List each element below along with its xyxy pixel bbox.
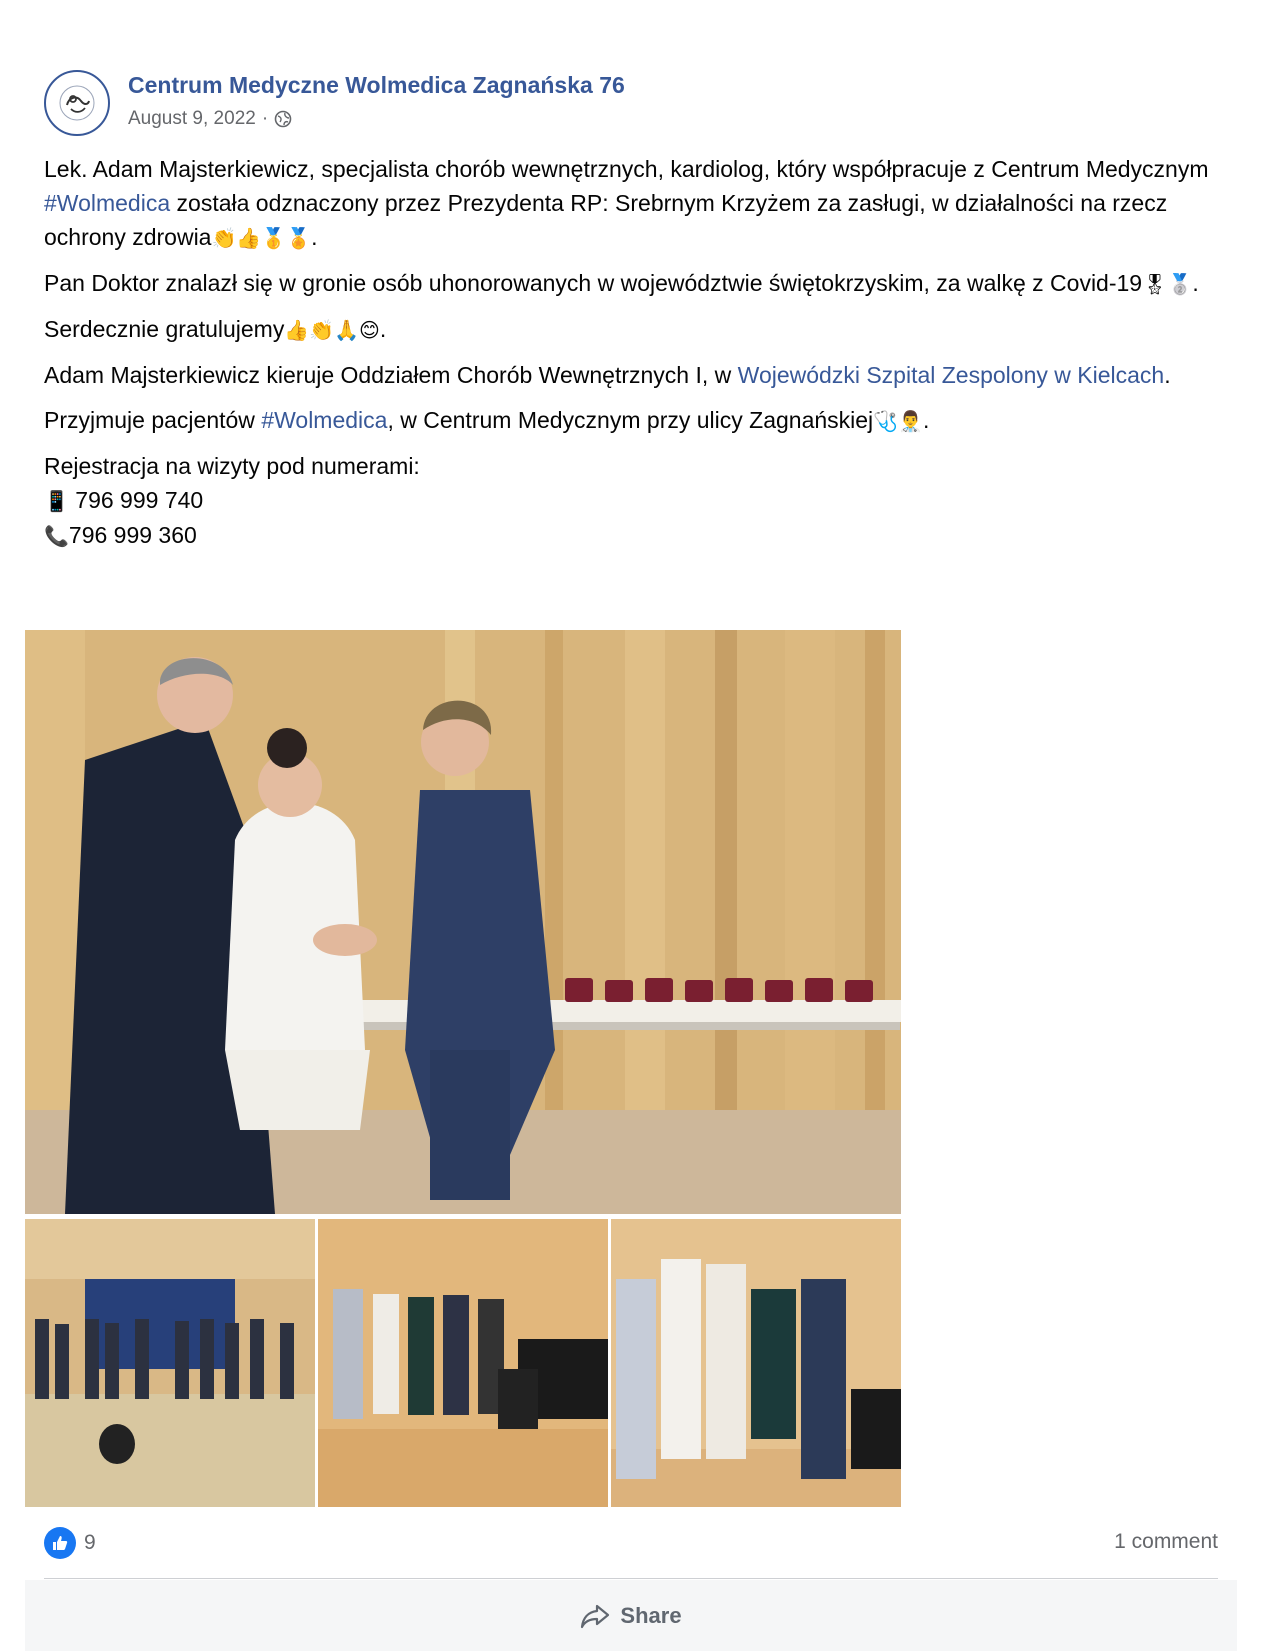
- thumbnail-photo[interactable]: [611, 1219, 901, 1507]
- text-span: Lek. Adam Majsterkiewicz, specjalista ch…: [44, 156, 1209, 182]
- logo-icon: [59, 85, 95, 121]
- text-span: Przyjmuje pacjentów: [44, 407, 262, 433]
- thumbnail-photo[interactable]: [25, 1219, 315, 1507]
- comments-count-link[interactable]: 1 comment: [1114, 1530, 1218, 1554]
- text-span: .: [379, 316, 387, 342]
- action-bar: Share: [25, 1580, 1237, 1651]
- thumbnail-photo[interactable]: [318, 1219, 608, 1507]
- text-span: .: [311, 224, 318, 250]
- hashtag-wolmedica[interactable]: #Wolmedica: [44, 190, 170, 216]
- page-avatar[interactable]: [44, 70, 110, 136]
- paragraph-covid: Pan Doktor znalazł się w gronie osób uho…: [44, 266, 1209, 301]
- text-span: Adam Majsterkiewicz kieruje Oddziałem Ch…: [44, 362, 738, 388]
- globe-icon: [274, 110, 292, 128]
- facebook-post: Centrum Medyczne Wolmedica Zagnańska 76 …: [0, 0, 1262, 1651]
- main-photo[interactable]: [25, 630, 901, 1214]
- registration-label: Rejestracja na wizyty pod numerami:: [44, 453, 420, 479]
- text-span: .: [1192, 270, 1199, 296]
- paragraph-department: Adam Majsterkiewicz kieruje Oddziałem Ch…: [44, 358, 1209, 392]
- share-icon: [581, 1604, 610, 1628]
- hospital-link[interactable]: Wojewódzki Szpital Zespolony w Kielcach: [738, 362, 1165, 388]
- emoji-group: 🩺👨‍⚕️: [873, 409, 923, 433]
- post-text: Lek. Adam Majsterkiewicz, specjalista ch…: [44, 152, 1209, 564]
- text-span: , w Centrum Medycznym przy ulicy Zagnańs…: [387, 407, 874, 433]
- text-span: .: [922, 407, 930, 433]
- telephone-icon: 📞: [44, 524, 69, 548]
- emoji-group: 👏👍🥇🏅: [211, 226, 312, 250]
- text-span: Pan Doktor znalazł się w gronie osób uho…: [44, 270, 1143, 296]
- phone-number-2: 796 999 360: [68, 522, 197, 548]
- emoji-group: 👍👏🙏😊: [284, 318, 380, 342]
- phone-number-1: 796 999 740: [68, 487, 204, 513]
- paragraph-registration: Rejestracja na wizyty pod numerami: 📱 79…: [44, 449, 1209, 553]
- like-icon: [44, 1527, 76, 1559]
- divider: [44, 1578, 1218, 1579]
- meta-separator: ·: [261, 108, 269, 129]
- paragraph-award: Lek. Adam Majsterkiewicz, specjalista ch…: [44, 152, 1209, 255]
- reactions-summary[interactable]: 9: [44, 1527, 96, 1559]
- share-label: Share: [620, 1602, 682, 1628]
- text-span: .: [1164, 362, 1171, 388]
- paragraph-congrats: Serdecznie gratulujemy👍👏🙏😊.: [44, 312, 1209, 347]
- page-name-link[interactable]: Centrum Medyczne Wolmedica Zagnańska 76: [128, 72, 625, 99]
- text-span: Serdecznie gratulujemy: [44, 316, 285, 342]
- emoji-group: 🎖🥈: [1142, 272, 1193, 296]
- post-date[interactable]: August 9, 2022: [128, 108, 256, 130]
- paragraph-patients: Przyjmuje pacjentów #Wolmedica, w Centru…: [44, 403, 1209, 438]
- share-button[interactable]: Share: [580, 1602, 682, 1629]
- like-count: 9: [84, 1531, 96, 1554]
- post-meta: August 9, 2022 ·: [128, 108, 292, 130]
- hashtag-wolmedica[interactable]: #Wolmedica: [261, 407, 387, 433]
- mobile-phone-icon: 📱: [44, 489, 69, 513]
